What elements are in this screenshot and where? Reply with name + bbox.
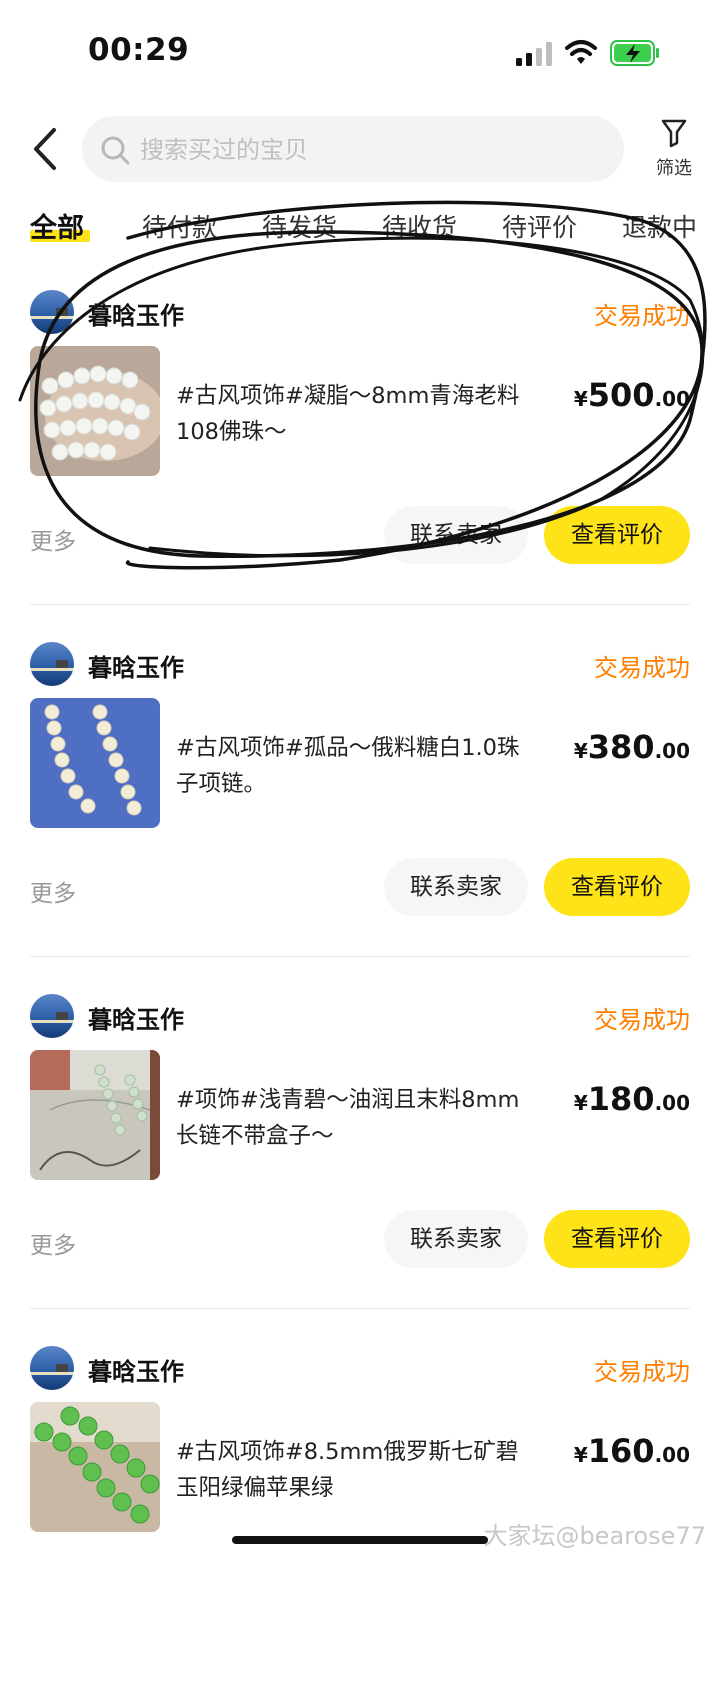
order-price: ¥500.00 bbox=[573, 376, 690, 414]
shop-name[interactable]: 暮晗玉作 bbox=[88, 296, 184, 331]
product-title[interactable]: #古风项饰#8.5mm俄罗斯七矿碧 玉阳绿偏苹果绿 bbox=[176, 1434, 556, 1506]
search-box[interactable] bbox=[82, 116, 624, 184]
product-image[interactable] bbox=[30, 1402, 160, 1532]
tab-pending-payment[interactable]: 待付款 bbox=[142, 208, 217, 244]
product-image[interactable] bbox=[30, 346, 160, 476]
order-status: 交易成功 bbox=[594, 1358, 690, 1386]
back-arrow-icon[interactable] bbox=[26, 126, 66, 172]
status-bar: 00:29 bbox=[0, 0, 720, 100]
shop-avatar[interactable] bbox=[30, 994, 74, 1038]
more-link[interactable]: 更多 bbox=[30, 874, 76, 908]
filter-button[interactable]: 筛选 bbox=[646, 118, 702, 184]
tab-all[interactable]: 全部 bbox=[30, 206, 84, 245]
order-price: ¥160.00 bbox=[573, 1432, 690, 1470]
home-indicator[interactable] bbox=[232, 1536, 488, 1544]
shop-name[interactable]: 暮晗玉作 bbox=[88, 1000, 184, 1035]
order-status: 交易成功 bbox=[594, 302, 690, 330]
shop-name[interactable]: 暮晗玉作 bbox=[88, 1352, 184, 1387]
filter-label: 筛选 bbox=[656, 158, 692, 179]
filter-icon bbox=[661, 119, 687, 148]
view-review-button[interactable]: 查看评价 bbox=[544, 506, 690, 564]
search-input[interactable] bbox=[138, 116, 612, 184]
order-tabs: 全部 待付款 待发货 待收货 待评价 退款中 bbox=[0, 200, 720, 254]
product-title[interactable]: #古风项饰#凝脂～8mm青海老料 108佛珠～ bbox=[176, 378, 556, 450]
tab-pending-shipment[interactable]: 待发货 bbox=[262, 208, 337, 244]
cellular-signal-icon bbox=[516, 42, 552, 66]
tab-pending-review[interactable]: 待评价 bbox=[502, 208, 577, 244]
battery-charging-icon bbox=[610, 40, 659, 66]
divider bbox=[30, 1308, 690, 1309]
order-card[interactable]: 暮晗玉作 交易成功 #古风项饰#孤品～俄料糖白1.0珠 子项链。 ¥380.00 … bbox=[0, 642, 720, 994]
more-link[interactable]: 更多 bbox=[30, 1226, 76, 1260]
shop-avatar[interactable] bbox=[30, 642, 74, 686]
product-title[interactable]: #古风项饰#孤品～俄料糖白1.0珠 子项链。 bbox=[176, 730, 556, 802]
shop-avatar[interactable] bbox=[30, 1346, 74, 1390]
product-title[interactable]: #项饰#浅青碧～油润且末料8mm 长链不带盒子～ bbox=[176, 1082, 556, 1154]
order-price: ¥180.00 bbox=[573, 1080, 690, 1118]
order-card[interactable]: 暮晗玉作 交易成功 #古风项饰#凝脂～8mm青海老料 108佛珠～ ¥500.00… bbox=[0, 290, 720, 642]
contact-seller-button[interactable]: 联系卖家 bbox=[384, 858, 528, 916]
more-link[interactable]: 更多 bbox=[30, 522, 76, 556]
order-status: 交易成功 bbox=[594, 1006, 690, 1034]
order-card[interactable]: 暮晗玉作 交易成功 #项饰#浅青碧～油润且末料8mm 长链不带盒子～ ¥180.0… bbox=[0, 994, 720, 1346]
watermark: 大家坛@bearose77 bbox=[483, 1522, 706, 1550]
view-review-button[interactable]: 查看评价 bbox=[544, 858, 690, 916]
status-time: 00:29 bbox=[88, 32, 190, 68]
product-image[interactable] bbox=[30, 1050, 160, 1180]
wifi-icon bbox=[565, 40, 597, 64]
order-status: 交易成功 bbox=[594, 654, 690, 682]
divider bbox=[30, 956, 690, 957]
tab-pending-receipt[interactable]: 待收货 bbox=[382, 208, 457, 244]
shop-name[interactable]: 暮晗玉作 bbox=[88, 648, 184, 683]
order-price: ¥380.00 bbox=[573, 728, 690, 766]
tab-refunding[interactable]: 退款中 bbox=[622, 208, 697, 244]
search-icon bbox=[101, 136, 130, 165]
product-image[interactable] bbox=[30, 698, 160, 828]
contact-seller-button[interactable]: 联系卖家 bbox=[384, 506, 528, 564]
contact-seller-button[interactable]: 联系卖家 bbox=[384, 1210, 528, 1268]
divider bbox=[30, 604, 690, 605]
shop-avatar[interactable] bbox=[30, 290, 74, 334]
view-review-button[interactable]: 查看评价 bbox=[544, 1210, 690, 1268]
